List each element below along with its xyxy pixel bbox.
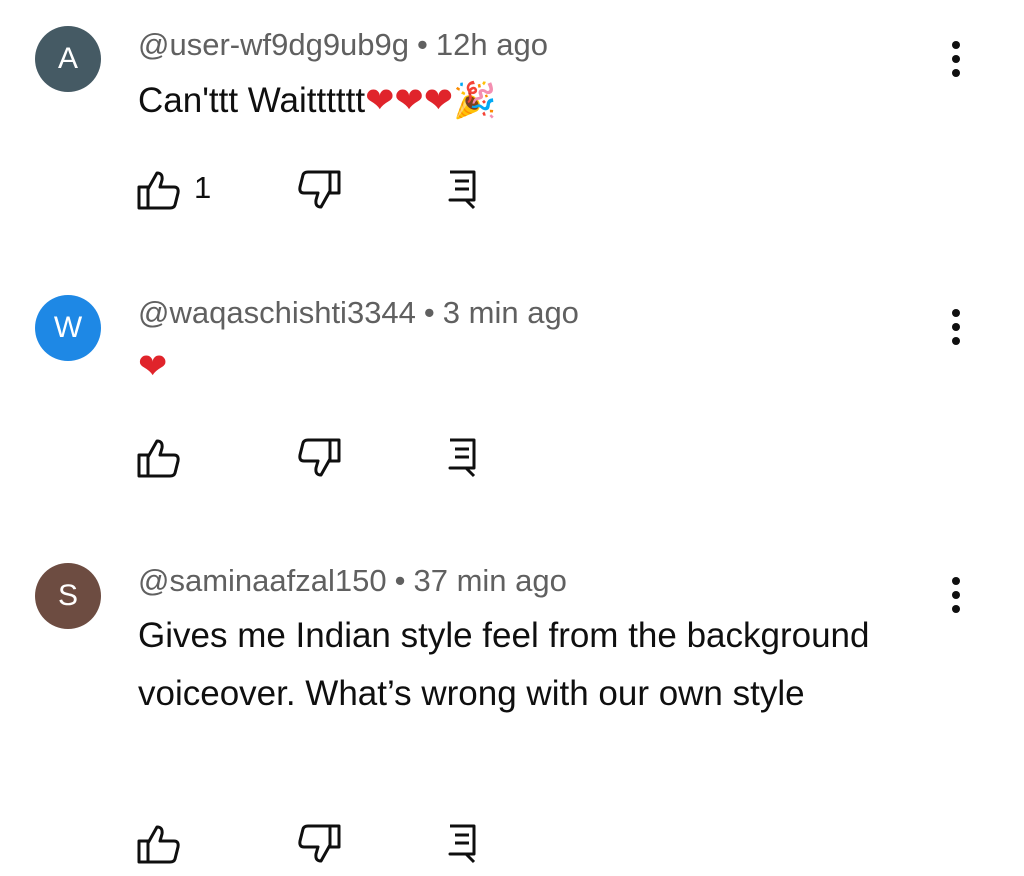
comment-meta: @saminaafzal150 • 37 min ago [138, 563, 567, 599]
comment-actions [136, 822, 496, 866]
meta-separator: • [417, 27, 428, 62]
like-button[interactable]: 1 [136, 168, 236, 212]
dislike-button[interactable] [296, 822, 346, 866]
reply-button[interactable] [440, 436, 480, 480]
more-vert-icon [952, 41, 960, 77]
comment-time[interactable]: 12h ago [436, 27, 548, 62]
comment-actions: 1 [136, 168, 496, 212]
more-button[interactable] [940, 38, 972, 82]
like-button[interactable] [136, 436, 236, 480]
comment-meta: @waqaschishti3344 • 3 min ago [138, 295, 579, 331]
meta-separator: • [423, 295, 435, 330]
comment-text: ❤ [138, 338, 958, 396]
comment-time[interactable]: 3 min ago [443, 295, 579, 330]
reply-icon [448, 170, 476, 210]
reply-button[interactable] [440, 168, 480, 212]
meta-separator: • [394, 563, 406, 598]
comment-text: Gives me Indian style feel from the back… [138, 616, 870, 713]
more-button[interactable] [940, 574, 972, 618]
dislike-button[interactable] [296, 436, 346, 480]
thumbs-down-icon [298, 824, 341, 863]
more-vert-icon [952, 309, 960, 345]
comment-actions [136, 436, 496, 480]
thumbs-up-icon [137, 825, 180, 864]
comment-author[interactable]: @user-wf9dg9ub9g [138, 27, 409, 62]
more-vert-icon [952, 577, 960, 613]
thumbs-down-icon [298, 170, 341, 209]
reply-icon [448, 824, 476, 864]
more-button[interactable] [940, 306, 972, 350]
dislike-button[interactable] [296, 168, 346, 212]
avatar[interactable]: W [35, 295, 101, 361]
comment-author[interactable]: @waqaschishti3344 [138, 295, 416, 330]
comment-author[interactable]: @saminaafzal150 [138, 563, 387, 598]
avatar[interactable]: A [35, 26, 101, 92]
comment-text: Can'ttt Waitttttt❤❤❤🎉 [138, 81, 497, 121]
comment-emojis: ❤❤❤🎉 [365, 81, 497, 121]
comment-emojis: ❤ [138, 347, 168, 387]
thumbs-up-icon [137, 171, 180, 210]
comment-meta: @user-wf9dg9ub9g • 12h ago [138, 27, 548, 63]
like-button[interactable] [136, 822, 236, 866]
thumbs-up-icon [137, 439, 180, 478]
reply-button[interactable] [440, 822, 480, 866]
like-count: 1 [194, 170, 212, 205]
comment-time[interactable]: 37 min ago [413, 563, 566, 598]
thumbs-down-icon [298, 438, 341, 477]
avatar[interactable]: S [35, 563, 101, 629]
reply-icon [448, 438, 476, 478]
